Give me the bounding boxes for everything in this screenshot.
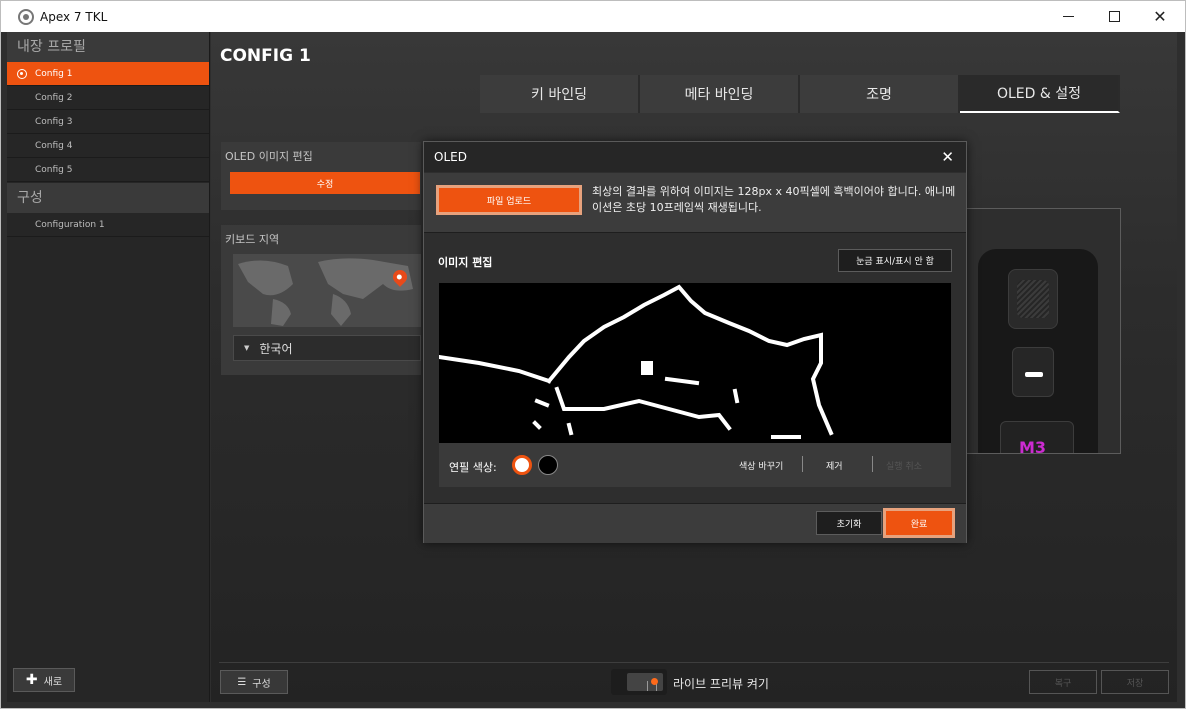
keyboard-region-panel: 키보드 지역 ▼ 한국어 [221, 225, 421, 375]
image-edit-title: 이미지 편집 [438, 256, 493, 269]
edit-oled-button[interactable]: 수정 [230, 172, 420, 194]
swap-colors-button[interactable]: 색상 바꾸기 [739, 459, 783, 472]
sidebar: 내장 프로필 Config 1 Config 2 Config 3 Config… [7, 32, 210, 702]
title-bar: Apex 7 TKL ✕ [1, 1, 1185, 32]
maximize-icon [1108, 11, 1120, 22]
upload-row: 파일 업로드 최상의 결과를 위하여 이미지는 128px x 40픽셀에 흑백… [424, 173, 966, 233]
sidebar-item-label: Configuration 1 [35, 220, 105, 230]
pen-color-label: 연필 색상: [449, 461, 497, 474]
dropdown-arrow-icon: ▼ [244, 344, 250, 352]
maximize-button[interactable] [1091, 1, 1137, 32]
keyboard-body: M3 [978, 249, 1098, 453]
live-preview-toggle[interactable] [611, 669, 667, 695]
world-map[interactable] [233, 254, 421, 327]
bottom-bar: ☰ 구성 라이브 프리뷰 켜기 복구 저장 [219, 662, 1169, 696]
dialog-close-button[interactable]: ✕ [941, 142, 954, 172]
close-icon: ✕ [1153, 7, 1167, 26]
oled-dialog: OLED ✕ 파일 업로드 최상의 결과를 위하여 이미지는 128px x 4… [423, 141, 967, 543]
media-button [1012, 347, 1054, 397]
button-indicator [1025, 372, 1043, 377]
live-preview-label: 라이브 프리뷰 켜기 [673, 677, 769, 691]
oled-canvas[interactable] [436, 283, 951, 443]
minimize-button[interactable] [1045, 1, 1091, 32]
world-map-graphic [238, 258, 413, 326]
page-title: CONFIG 1 [220, 46, 311, 66]
config-button-label: 구성 [252, 678, 271, 690]
oled-panel-label: OLED 이미지 편집 [225, 150, 313, 163]
grip-icon [647, 681, 657, 691]
sidebar-item-configuration-1[interactable]: Configuration 1 [7, 213, 209, 237]
toggle-knob [627, 673, 663, 691]
wheel-grip [1017, 280, 1049, 318]
minimize-icon [1062, 16, 1074, 17]
sidebar-item-config-2[interactable]: Config 2 [7, 86, 209, 110]
sidebar-item-label: Config 2 [35, 93, 73, 103]
dialog-header: OLED ✕ [424, 142, 966, 172]
upload-file-button[interactable]: 파일 업로드 [436, 185, 582, 215]
new-button-label: 새로 [43, 676, 63, 688]
profiles-header: 내장 프로필 [7, 32, 209, 62]
configs-header: 구성 [7, 183, 209, 213]
list-icon: ☰ [237, 676, 247, 688]
steelseries-logo-icon [18, 8, 34, 25]
language-select[interactable]: ▼ 한국어 [233, 335, 421, 361]
done-button[interactable]: 완료 [883, 508, 955, 538]
language-value: 한국어 [259, 341, 293, 356]
app-window: Apex 7 TKL ✕ 내장 프로필 Config 1 Config 2 Co… [0, 0, 1186, 709]
oled-drawing [436, 284, 834, 439]
volume-wheel [1008, 269, 1058, 329]
tab-oled-settings[interactable]: OLED & 설정 [960, 75, 1120, 113]
plus-icon: ✚ [25, 672, 38, 688]
tool-divider [872, 456, 873, 472]
remove-button[interactable]: 제거 [826, 459, 843, 472]
config-list-button[interactable]: ☰ 구성 [220, 670, 288, 694]
dialog-footer: 초기화 완료 [424, 503, 966, 543]
upload-note: 최상의 결과를 위하여 이미지는 128px x 40픽셀에 흑백이어야 합니다… [592, 185, 956, 214]
active-profile-icon [17, 69, 27, 79]
keyboard-region-label: 키보드 지역 [225, 233, 280, 246]
undo-button[interactable]: 실행 취소 [886, 459, 922, 472]
sidebar-item-config-4[interactable]: Config 4 [7, 134, 209, 158]
white-color-swatch[interactable] [512, 455, 532, 475]
keyboard-preview: M3 [965, 208, 1121, 454]
sidebar-item-config-1[interactable]: Config 1 [7, 62, 209, 86]
tab-lighting[interactable]: 조명 [800, 75, 960, 113]
tab-key-binding[interactable]: 키 바인딩 [480, 75, 640, 113]
sidebar-item-config-3[interactable]: Config 3 [7, 110, 209, 134]
sidebar-item-label: Config 3 [35, 117, 73, 127]
tab-meta-binding[interactable]: 메타 바인딩 [640, 75, 800, 113]
toggle-grid-button[interactable]: 눈금 표시/표시 안 함 [838, 249, 952, 272]
drawing-tools: 연필 색상: 색상 바꾸기 제거 실행 취소 [439, 443, 951, 487]
macro-key: M3 [1000, 421, 1074, 453]
sidebar-item-config-5[interactable]: Config 5 [7, 158, 209, 182]
dialog-title: OLED [434, 150, 467, 164]
new-config-button[interactable]: ✚ 새로 [13, 668, 75, 692]
save-button[interactable]: 저장 [1101, 670, 1169, 694]
sidebar-item-label: Config 1 [35, 69, 73, 79]
sidebar-item-label: Config 4 [35, 141, 73, 151]
tab-bar: 키 바인딩 메타 바인딩 조명 OLED & 설정 [480, 75, 1120, 113]
window-title: Apex 7 TKL [40, 9, 108, 24]
tool-divider [802, 456, 803, 472]
close-window-button[interactable]: ✕ [1137, 1, 1183, 32]
sidebar-item-label: Config 5 [35, 165, 73, 175]
restore-button[interactable]: 복구 [1029, 670, 1097, 694]
black-color-swatch[interactable] [538, 455, 558, 475]
reset-button[interactable]: 초기화 [816, 511, 882, 535]
oled-image-panel: OLED 이미지 편집 수정 [221, 142, 421, 210]
